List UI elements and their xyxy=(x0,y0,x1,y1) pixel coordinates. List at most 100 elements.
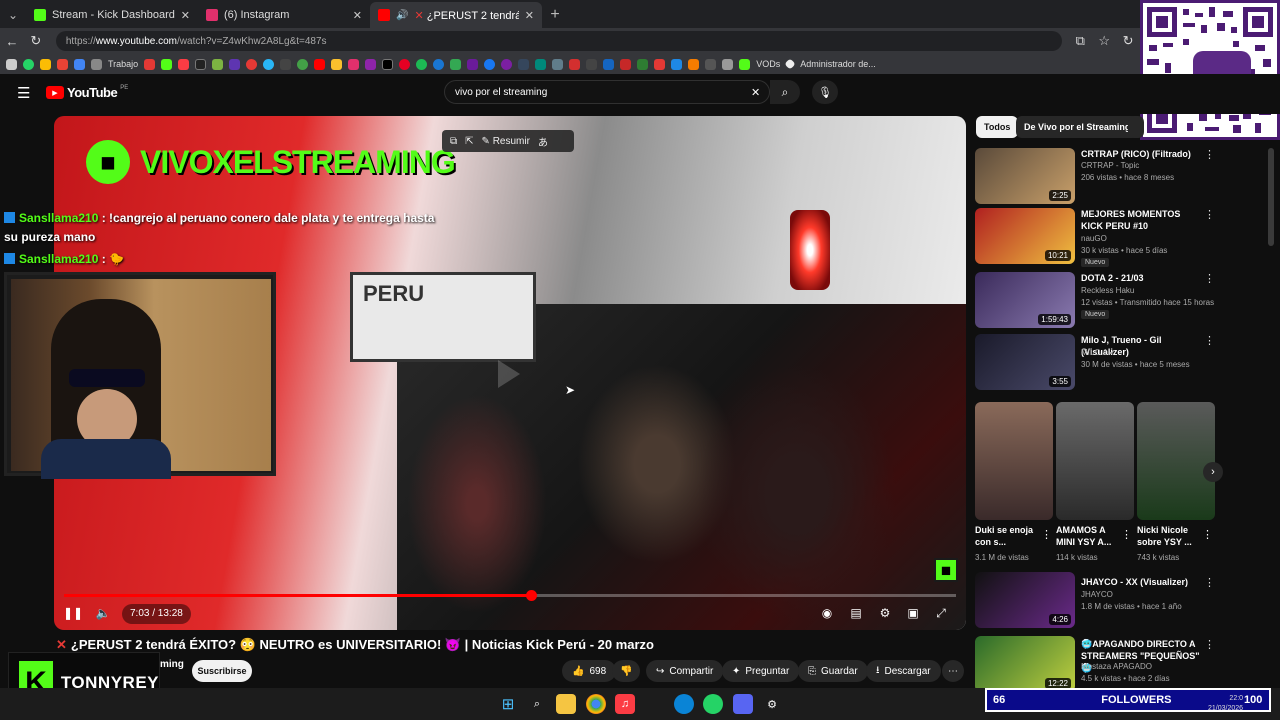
recommended-video[interactable]: 12:22 🥶APAGANDO DIRECTO A STREAMERS "PEQ… xyxy=(975,636,1217,688)
search-button[interactable]: ⌕ xyxy=(770,80,800,104)
bookmark-icon[interactable] xyxy=(705,58,717,70)
recommended-video[interactable]: 4:26 JHAYCO - XX (Visualizer) JHAYCO 1.8… xyxy=(975,572,1217,630)
bookmark-icon[interactable] xyxy=(569,58,581,70)
bookmark-icon[interactable] xyxy=(280,58,292,70)
reload-icon[interactable]: ↻ xyxy=(24,33,48,49)
bookmark-star-icon[interactable]: ☆ xyxy=(1092,33,1116,49)
video-title[interactable]: DOTA 2 - 21/03 xyxy=(1081,272,1201,284)
telegram-bookmark-icon[interactable] xyxy=(263,58,275,70)
pause-button[interactable]: ❚❚ xyxy=(62,602,84,624)
video-thumbnail[interactable]: 2:25 xyxy=(975,148,1075,204)
install-app-icon[interactable]: ⧉ xyxy=(1068,33,1092,49)
more-options-icon[interactable]: ⋮ xyxy=(1202,528,1213,541)
bookmark-icon[interactable] xyxy=(229,58,241,70)
url-field[interactable]: https://www.youtube.com/watch?v=Z4wKhw2A… xyxy=(55,31,1063,51)
shorts-next-icon[interactable]: › xyxy=(1203,462,1223,482)
video-title[interactable]: CRTRAP (RICO) (Filtrado) xyxy=(1081,148,1201,160)
miniplayer-button[interactable]: ▣ xyxy=(902,602,924,624)
more-options-icon[interactable]: ⋮ xyxy=(1121,528,1132,541)
taskbar-search-icon[interactable]: ⌕ xyxy=(527,694,547,714)
bookmark-icon[interactable] xyxy=(654,58,666,70)
like-button[interactable]: 👍 698 xyxy=(562,660,617,682)
bookmark-icon[interactable] xyxy=(365,58,377,70)
video-title[interactable]: JHAYCO - XX (Visualizer) xyxy=(1081,576,1201,588)
music-bookmark-icon[interactable] xyxy=(178,58,190,70)
channel-name[interactable]: MILO J ✔ xyxy=(1081,348,1116,357)
new-tab-button[interactable]: + xyxy=(542,2,568,28)
video-title[interactable]: MEJORES MOMENTOS KICK PERU #10 xyxy=(1081,208,1201,232)
volume-level[interactable]: 100 xyxy=(1244,694,1262,706)
recommended-video[interactable]: 2:25 CRTRAP (RICO) (Filtrado) CRTRAP - T… xyxy=(975,148,1217,206)
translate-icon[interactable]: あ xyxy=(538,134,548,149)
recommended-video[interactable]: 1:59:43 DOTA 2 - 21/03 Reckless Haku 12 … xyxy=(975,272,1217,330)
bookmark-icon[interactable] xyxy=(501,58,513,70)
facebook-bookmark-icon[interactable] xyxy=(484,58,496,70)
tab-instagram[interactable]: (6) Instagram ✕ xyxy=(198,2,370,28)
bookmark-icon[interactable] xyxy=(784,58,796,70)
bookmark-vods[interactable]: VODs xyxy=(756,59,780,69)
bookmark-icon[interactable] xyxy=(6,58,17,70)
close-tab-icon[interactable]: ✕ xyxy=(525,9,534,22)
fullscreen-button[interactable]: ⤢ xyxy=(930,602,952,624)
short-thumbnail[interactable] xyxy=(1056,402,1134,520)
share-button[interactable]: ↪ Compartir xyxy=(646,660,724,682)
channel-name[interactable]: JHAYCO xyxy=(1081,590,1113,599)
video-thumbnail[interactable]: 12:22 xyxy=(975,636,1075,688)
channel-name[interactable]: CRTRAP - Topic xyxy=(1081,161,1139,170)
short-title[interactable]: Duki se enoja con s... xyxy=(975,524,1045,548)
x-bookmark-icon[interactable] xyxy=(382,58,394,70)
instagram-bookmark-icon[interactable] xyxy=(348,58,360,70)
short-title[interactable]: AMAMOS A MINI YSY A... xyxy=(1056,524,1126,548)
close-tab-icon[interactable]: ✕ xyxy=(181,9,190,22)
mute-button[interactable]: 🔈 xyxy=(92,602,114,624)
bookmark-icon[interactable] xyxy=(535,58,547,70)
channel-name[interactable]: Reckless Haku xyxy=(1081,286,1134,295)
bookmark-icon[interactable] xyxy=(586,58,598,70)
more-options-icon[interactable]: ⋮ xyxy=(1204,148,1215,161)
voice-search-button[interactable]: 🎙 xyxy=(812,80,838,104)
settings-taskbar-icon[interactable]: ⚙ xyxy=(762,694,782,714)
more-options-icon[interactable]: ⋮ xyxy=(1041,528,1052,541)
hamburger-menu-icon[interactable]: ☰ xyxy=(17,84,30,102)
bookmark-icon[interactable] xyxy=(195,58,207,70)
summary-button[interactable]: ✎ Resumir xyxy=(482,136,530,147)
bookmark-icon[interactable] xyxy=(552,58,564,70)
start-button-icon[interactable]: ⊞ xyxy=(498,694,518,714)
tab-youtube-active[interactable]: 🔊 ✕ ¿PERUST 2 tendrá ÉXITO? ✕ xyxy=(370,2,542,28)
progress-bar[interactable] xyxy=(64,594,531,597)
more-actions-button[interactable]: ⋯ xyxy=(942,660,964,682)
bookmark-icon[interactable] xyxy=(671,58,683,70)
spotify-bookmark-icon[interactable] xyxy=(416,58,428,70)
chip-more[interactable] xyxy=(1128,116,1144,138)
bookmark-icon[interactable] xyxy=(246,58,258,70)
video-thumbnail[interactable]: 4:26 xyxy=(975,572,1075,628)
video-thumbnail[interactable]: 3:55 xyxy=(975,334,1075,390)
tab-search-icon[interactable]: ⌄ xyxy=(0,2,26,28)
calendar-bookmark-icon[interactable] xyxy=(74,58,85,70)
autoplay-toggle[interactable]: ◉ xyxy=(816,602,838,624)
progress-handle[interactable] xyxy=(525,590,537,601)
video-thumbnail[interactable]: 10:21 xyxy=(975,208,1075,264)
short-thumbnail[interactable] xyxy=(1137,402,1215,520)
back-icon[interactable]: ← xyxy=(0,34,24,49)
drive-bookmark-icon[interactable] xyxy=(40,58,51,70)
discord-taskbar-icon[interactable] xyxy=(733,694,753,714)
chip-vivo-por-el-streaming[interactable]: De Vivo por el Streaming xyxy=(1016,116,1139,138)
subscribe-button[interactable]: Suscribirse xyxy=(192,660,252,682)
tumblr-bookmark-icon[interactable] xyxy=(518,58,530,70)
channel-name[interactable]: ming xyxy=(160,659,184,670)
extensions-reload-icon[interactable]: ↻ xyxy=(1116,33,1140,49)
clear-search-icon[interactable]: ✕ xyxy=(751,86,760,99)
bookmark-icon[interactable] xyxy=(212,58,224,70)
bookmark-icon[interactable] xyxy=(297,58,309,70)
bookmark-trabajo[interactable]: Trabajo xyxy=(108,59,138,69)
pip-icon[interactable]: ⧉ xyxy=(450,136,457,147)
settings-button[interactable]: ⚙ xyxy=(874,602,896,624)
bookmark-icon[interactable] xyxy=(603,58,615,70)
pinterest-bookmark-icon[interactable] xyxy=(399,58,411,70)
chip-todos[interactable]: Todos xyxy=(976,116,1019,138)
more-options-icon[interactable]: ⋮ xyxy=(1204,272,1215,285)
bookmark-icon[interactable] xyxy=(688,58,700,70)
channel-name[interactable]: nauGO xyxy=(1081,234,1107,243)
vods-bookmark-icon[interactable] xyxy=(739,58,751,70)
